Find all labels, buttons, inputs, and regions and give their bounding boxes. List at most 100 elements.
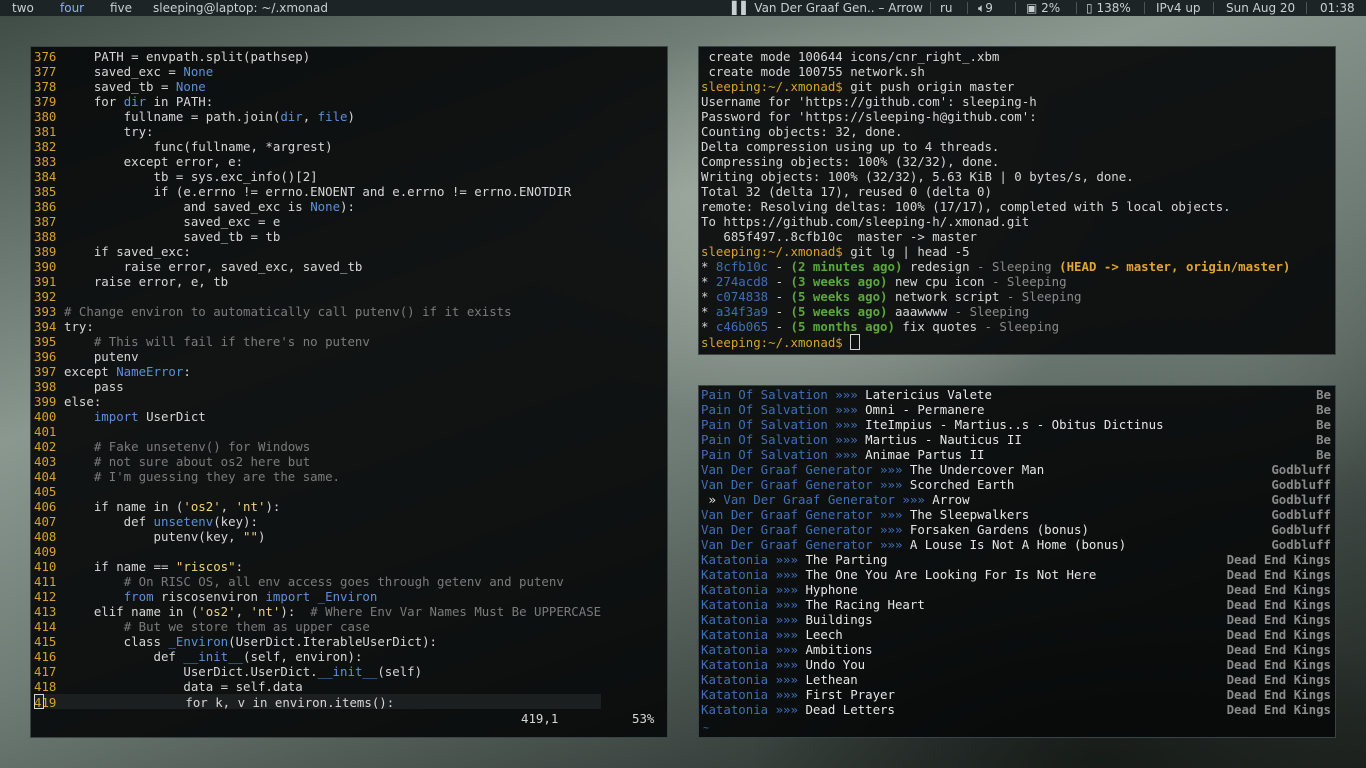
track-title: The Sleepwalkers [909, 507, 1030, 522]
playlist-track[interactable]: Katatonia »»» Buildings Dead End Kings [701, 612, 1333, 627]
code-line[interactable]: 397 except NameError: [34, 364, 601, 379]
code-line[interactable]: 382 func(fullname, *argrest) [34, 139, 601, 154]
code-line[interactable]: 376 PATH = envpath.split(pathsep) [34, 49, 601, 64]
workspace-five[interactable]: five [106, 0, 136, 16]
playlist-track[interactable]: Van Der Graaf Generator »»» The Undercov… [701, 462, 1333, 477]
code-line[interactable]: 407 def unsetenv(key): [34, 514, 601, 529]
code-line[interactable]: 419 for k, v in environ.items(): [34, 694, 602, 710]
playlist-track[interactable]: Van Der Graaf Generator »»» Forsaken Gar… [701, 522, 1333, 537]
playlist-track[interactable]: Pain Of Salvation »»» Animae Partus II Be [701, 447, 1333, 462]
playlist[interactable]: Pain Of Salvation »»» Latericius Valete B… [701, 387, 1333, 717]
workspace-four[interactable]: four [56, 0, 88, 16]
code-line[interactable]: 399 else: [34, 394, 601, 409]
terminal-window[interactable]: create mode 100644 icons/cnr_right_.xbm … [698, 46, 1336, 355]
code-line[interactable]: 410 if name == "riscos": [34, 559, 601, 574]
playlist-track[interactable]: Katatonia »»» Hyphone Dead End Kings [701, 582, 1333, 597]
code-line[interactable]: 412 from riscosenviron import _Environ [34, 589, 601, 604]
code-text: import UserDict [93, 409, 206, 424]
code-line[interactable]: 415 class _Environ(UserDict.IterableUser… [34, 634, 601, 649]
code-line[interactable]: 417 UserDict.UserDict.__init__(self) [34, 664, 601, 679]
terminal-output-line: To https://github.com/sleeping-h/.xmonad… [701, 214, 1030, 229]
code-line[interactable]: 409 [34, 544, 601, 559]
playlist-track[interactable]: Katatonia »»» Leech Dead End Kings [701, 627, 1333, 642]
code-line[interactable]: 403 # not sure about os2 here but [34, 454, 601, 469]
track-artist: Katatonia [701, 642, 769, 657]
code-line[interactable]: 413 elif name in ('os2', 'nt'): # Where … [34, 604, 601, 619]
code-line[interactable]: 395 # This will fail if there's no puten… [34, 334, 601, 349]
workspace-two[interactable]: two [8, 0, 38, 16]
playlist-track[interactable]: Pain Of Salvation »»» IteImpius - Martiu… [701, 417, 1333, 432]
code-line[interactable]: 386 and saved_exc is None): [34, 199, 601, 214]
code-line[interactable]: 393 # Change environ to automatically cal… [34, 304, 601, 319]
now-playing[interactable]: ▌▌ Van Der Graaf Gen.. – Arrow [732, 0, 923, 16]
line-number: 393 [34, 304, 57, 319]
code-line[interactable]: 378 saved_tb = None [34, 79, 601, 94]
code-line[interactable]: 398 pass [34, 379, 601, 394]
line-number: 394 [34, 319, 57, 334]
music-player-window[interactable]: Pain Of Salvation »»» Latericius Valete B… [698, 385, 1336, 738]
code-line[interactable]: 416 def __init__(self, environ): [34, 649, 601, 664]
line-number: 416 [34, 649, 57, 664]
playlist-track[interactable]: Pain Of Salvation »»» Omni - Permanere Be [701, 402, 1333, 417]
code-text: # Fake unsetenv() for Windows [93, 439, 311, 454]
code-line[interactable]: 392 [34, 289, 601, 304]
code-line[interactable]: 380 fullname = path.join(dir, file) [34, 109, 601, 124]
code-line[interactable]: 414 # But we store them as upper case [34, 619, 601, 634]
terminal-output-line: Writing objects: 100% (32/32), 5.63 KiB … [701, 169, 1134, 184]
code-line[interactable]: 411 # On RISC OS, all env access goes th… [34, 574, 601, 589]
code-line[interactable]: 381 try: [34, 124, 601, 139]
line-number: 410 [34, 559, 57, 574]
playlist-track[interactable]: Katatonia »»» The Racing Heart Dead End K… [701, 597, 1333, 612]
playlist-track[interactable]: Pain Of Salvation »»» Latericius Valete B… [701, 387, 1333, 402]
track-artist: Van Der Graaf Generator [701, 507, 873, 522]
line-number: 395 [34, 334, 57, 349]
playlist-track[interactable]: Van Der Graaf Generator »»» Scorched Ear… [701, 477, 1333, 492]
code-line[interactable]: 418 data = self.data [34, 679, 601, 694]
playlist-track[interactable]: Pain Of Salvation »»» Martius - Nauticus… [701, 432, 1333, 447]
code-line[interactable]: 388 saved_tb = tb [34, 229, 601, 244]
code-line[interactable]: 394 try: [34, 319, 601, 334]
code-line[interactable]: 391 raise error, e, tb [34, 274, 601, 289]
code-text: putenv [64, 349, 139, 364]
playlist-track[interactable]: Katatonia »»» Undo You Dead End Kings [701, 657, 1333, 672]
terminal-output-line: Password for 'https://sleeping-h@github.… [701, 109, 1037, 124]
track-album: Godbluff [1271, 507, 1331, 522]
code-line[interactable]: 383 except error, e: [34, 154, 601, 169]
keyboard-layout[interactable]: ru [940, 0, 953, 16]
code-line[interactable]: 406 if name in ('os2', 'nt'): [34, 499, 601, 514]
code-line[interactable]: 396 putenv [34, 349, 601, 364]
playlist-track-current[interactable]: » Van Der Graaf Generator »»» Arrow Godbl… [701, 492, 1333, 507]
code-line[interactable]: 404 # I'm guessing they are the same. [34, 469, 601, 484]
volume-indicator[interactable]: 🔈︎9 [978, 0, 993, 16]
battery-indicator: ▯ 138% [1086, 0, 1131, 16]
code-line[interactable]: 379 for dir in PATH: [34, 94, 601, 109]
code-line[interactable]: 390 raise error, saved_exc, saved_tb [34, 259, 601, 274]
playlist-track[interactable]: Van Der Graaf Generator »»» The Sleepwal… [701, 507, 1333, 522]
code-buffer[interactable]: 376 PATH = envpath.split(pathsep) 377 sav… [34, 49, 602, 710]
line-number: 412 [34, 589, 57, 604]
playlist-track[interactable]: Van Der Graaf Generator »»» A Louse Is N… [701, 537, 1333, 552]
code-line[interactable]: 405 [34, 484, 601, 499]
code-line[interactable]: 387 saved_exc = e [34, 214, 601, 229]
playlist-track[interactable]: Katatonia »»» The One You Are Looking Fo… [701, 567, 1333, 582]
code-line[interactable]: 402 # Fake unsetenv() for Windows [34, 439, 601, 454]
track-artist: Pain Of Salvation [701, 417, 828, 432]
divider [967, 2, 968, 14]
playlist-track[interactable]: Katatonia »»» Ambitions Dead End Kings [701, 642, 1333, 657]
track-artist: Pain Of Salvation [701, 387, 828, 402]
code-line[interactable]: 400 import UserDict [34, 409, 601, 424]
code-line[interactable]: 401 [34, 424, 601, 439]
playlist-track[interactable]: Katatonia »»» Dead Letters Dead End Kings [701, 702, 1333, 717]
code-line[interactable]: 384 tb = sys.exc_info()[2] [34, 169, 601, 184]
line-number: 404 [34, 469, 57, 484]
code-line[interactable]: 408 putenv(key, "") [34, 529, 601, 544]
vim-editor-window[interactable]: 376 PATH = envpath.split(pathsep) 377 sav… [30, 46, 668, 738]
code-line[interactable]: 389 if saved_exc: [34, 244, 601, 259]
playlist-track[interactable]: Katatonia »»» The Parting Dead End Kings [701, 552, 1333, 567]
playlist-track[interactable]: Katatonia »»» Lethean Dead End Kings [701, 672, 1333, 687]
playlist-track[interactable]: Katatonia »»» First Prayer Dead End Kings [701, 687, 1333, 702]
divider [1144, 2, 1145, 14]
code-line[interactable]: 377 saved_exc = None [34, 64, 601, 79]
code-line[interactable]: 385 if (e.errno != errno.ENOENT and e.er… [34, 184, 601, 199]
code-text: and saved_exc is None): [64, 199, 355, 214]
